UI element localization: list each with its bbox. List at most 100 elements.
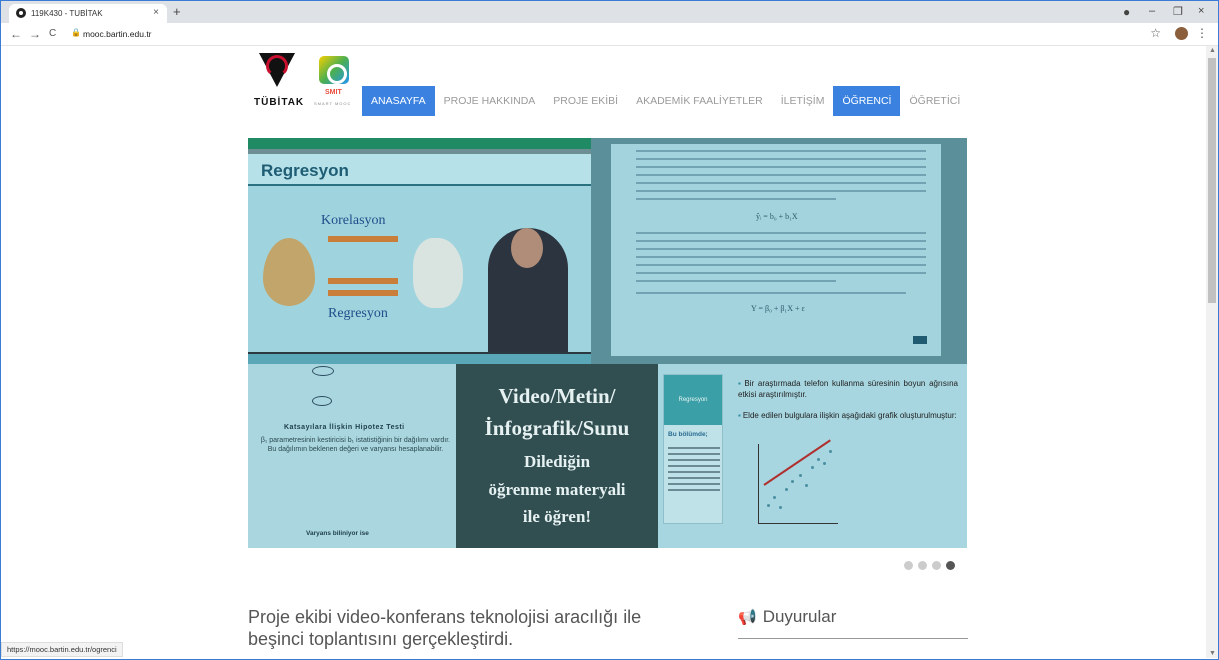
sidebar-line — [668, 477, 720, 479]
text-line — [636, 240, 926, 242]
slide-panel-regression-video: Regresyon Korelasyon Regresyon — [248, 138, 591, 354]
scatter-point — [817, 458, 820, 461]
slider-dot-4[interactable] — [946, 561, 955, 570]
video-title: Regresyon — [261, 161, 349, 180]
promo-line-5: ile öğren! — [522, 507, 592, 526]
scatter-point — [823, 462, 826, 465]
text-line — [636, 280, 836, 282]
sidebar-line — [668, 447, 720, 449]
text-line — [636, 272, 926, 274]
nav-item-ogretici[interactable]: ÖĞRETİCİ — [900, 86, 969, 116]
video-top-strip — [248, 138, 591, 149]
minimize-button[interactable]: – — [1149, 5, 1155, 17]
page-scrollbar[interactable]: ▲ ▼ — [1206, 46, 1218, 658]
scroll-up-icon[interactable]: ▲ — [1209, 47, 1216, 54]
slide-panel-promo: Video/Metin/ İnfografik/Sunu Dilediğin ö… — [456, 364, 658, 548]
main-nav: ANASAYFA PROJE HAKKINDA PROJE EKİBİ AKAD… — [362, 86, 969, 116]
sidebar-line — [668, 453, 720, 455]
megaphone-icon: 📢 — [738, 609, 757, 626]
window-close-button[interactable]: × — [1198, 5, 1204, 17]
formula-circle — [312, 366, 334, 376]
lock-icon[interactable]: 🔒 — [71, 28, 81, 37]
scatter-plot-figure — [758, 439, 838, 524]
bullet-icon: ▪ — [738, 411, 741, 420]
tubitak-logo[interactable]: TÜBİTAK — [254, 53, 304, 113]
sidebar-line — [668, 459, 720, 461]
site-favicon-icon — [16, 8, 26, 18]
bookmark-star-icon[interactable]: ☆ — [1150, 26, 1161, 40]
status-bar-url: https://mooc.bartin.edu.tr/ogrenci — [1, 642, 123, 657]
tab-close-icon[interactable]: × — [153, 7, 159, 18]
slide-panel-hypothesis: Katsayılara İlişkin Hipotez Testi β₁ par… — [248, 364, 456, 548]
scatter-point — [785, 488, 788, 491]
nav-item-proje-hakkinda[interactable]: PROJE HAKKINDA — [435, 86, 545, 116]
hypothesis-body: β₁ parametresinin kestiricisi b₁ istatis… — [260, 437, 451, 453]
announcements-title: Duyurular — [762, 607, 837, 626]
nav-item-iletisim[interactable]: İLETİŞİM — [772, 86, 834, 116]
tubitak-logo-text: TÜBİTAK — [254, 97, 305, 108]
bullet-text: Elde edilen bulgulara ilişkin aşağıdaki … — [742, 411, 957, 420]
slider-dot-2[interactable] — [918, 561, 927, 570]
announcements-heading: 📢 Duyurular — [738, 607, 836, 627]
browser-window: 119K430 - TUBİTAK × + ● – ❐ × ← → C 🔒 mo… — [0, 0, 1219, 660]
hypothesis-title: Katsayılara İlişkin Hipotez Testi — [284, 424, 405, 431]
slide-panel-text-page: ŷᵢ = b₀ + b₁X Y = β₀ + β₁X + ε — [591, 138, 967, 368]
slide-panel-presentation: Regresyon Bu bölümde; ▪ Bir araştırmada t… — [658, 364, 967, 548]
korelasyon-label: Korelasyon — [321, 213, 386, 228]
hypothesis-bottom-label: Varyans biliniyor ise — [306, 530, 369, 537]
bullet-item: ▪ Elde edilen bulgulara ilişkin aşağıdaki… — [738, 410, 958, 421]
profile-avatar[interactable] — [1175, 27, 1188, 40]
maximize-button[interactable]: ❐ — [1173, 5, 1183, 18]
scatter-point — [791, 480, 794, 483]
regression-fit-line — [763, 439, 831, 486]
promo-line-2: İnfografik/Sunu — [484, 416, 630, 440]
presentation-sidebar: Regresyon Bu bölümde; — [663, 374, 723, 524]
reload-icon[interactable]: C — [49, 28, 56, 39]
scatter-point — [829, 450, 832, 453]
smit-logo[interactable]: SMIT SMART MOOC — [313, 56, 359, 116]
presentation-sidebar-subtitle: Bu bölümde; — [668, 431, 708, 438]
text-line — [636, 292, 906, 294]
page-indicator — [913, 336, 927, 344]
text-line — [636, 158, 926, 160]
sidebar-line — [668, 489, 720, 491]
text-line — [636, 256, 926, 258]
nav-item-ogrenci[interactable]: ÖĞRENCİ — [833, 86, 901, 116]
regresyon-label: Regresyon — [328, 306, 388, 321]
web-page: TÜBİTAK SMIT SMART MOOC ANASAYFA PROJE H… — [1, 46, 1207, 658]
announcements-divider — [738, 638, 968, 639]
text-line — [636, 166, 926, 168]
bullet-icon: ▪ — [738, 379, 743, 388]
double-arrow-icon — [328, 290, 398, 296]
nav-item-akademik-faaliyetler[interactable]: AKADEMİK FAALİYETLER — [627, 86, 772, 116]
extension-icon[interactable]: ● — [1123, 5, 1130, 19]
scatter-point — [767, 504, 770, 507]
slider-dot-3[interactable] — [932, 561, 941, 570]
url-field[interactable]: mooc.bartin.edu.tr — [83, 29, 152, 39]
browser-tab[interactable]: 119K430 - TUBİTAK × — [9, 4, 167, 23]
sidebar-line — [668, 483, 720, 485]
back-arrow-icon[interactable]: ← — [10, 27, 22, 41]
text-line — [636, 264, 926, 266]
nav-item-proje-ekibi[interactable]: PROJE EKİBİ — [544, 86, 627, 116]
scatter-point — [773, 496, 776, 499]
formula-text: Y = β₀ + β₁X + ε — [751, 304, 805, 313]
hero-slider[interactable]: Regresyon Korelasyon Regresyon ŷᵢ = b₀ +… — [248, 138, 967, 548]
formula-text: ŷᵢ = b₀ + b₁X — [756, 212, 798, 221]
text-line — [636, 150, 926, 152]
new-tab-button[interactable]: + — [173, 4, 181, 19]
text-line — [636, 190, 926, 192]
slider-dot-1[interactable] — [904, 561, 913, 570]
scroll-down-icon[interactable]: ▼ — [1209, 650, 1216, 657]
nav-item-anasayfa[interactable]: ANASAYFA — [362, 86, 435, 116]
bullet-item: ▪ Bir araştırmada telefon kullanma süresi… — [738, 378, 958, 400]
video-control-bar[interactable] — [248, 352, 591, 354]
news-headline-link[interactable]: Proje ekibi video-konferans teknolojisi … — [248, 606, 688, 650]
slider-pagination — [904, 561, 960, 570]
text-line — [636, 182, 926, 184]
scrollbar-thumb[interactable] — [1208, 58, 1216, 303]
browser-menu-icon[interactable]: ⋮ — [1196, 26, 1208, 40]
scatter-point — [799, 474, 802, 477]
forward-arrow-icon[interactable]: → — [29, 27, 41, 41]
presenter-face — [511, 228, 543, 268]
